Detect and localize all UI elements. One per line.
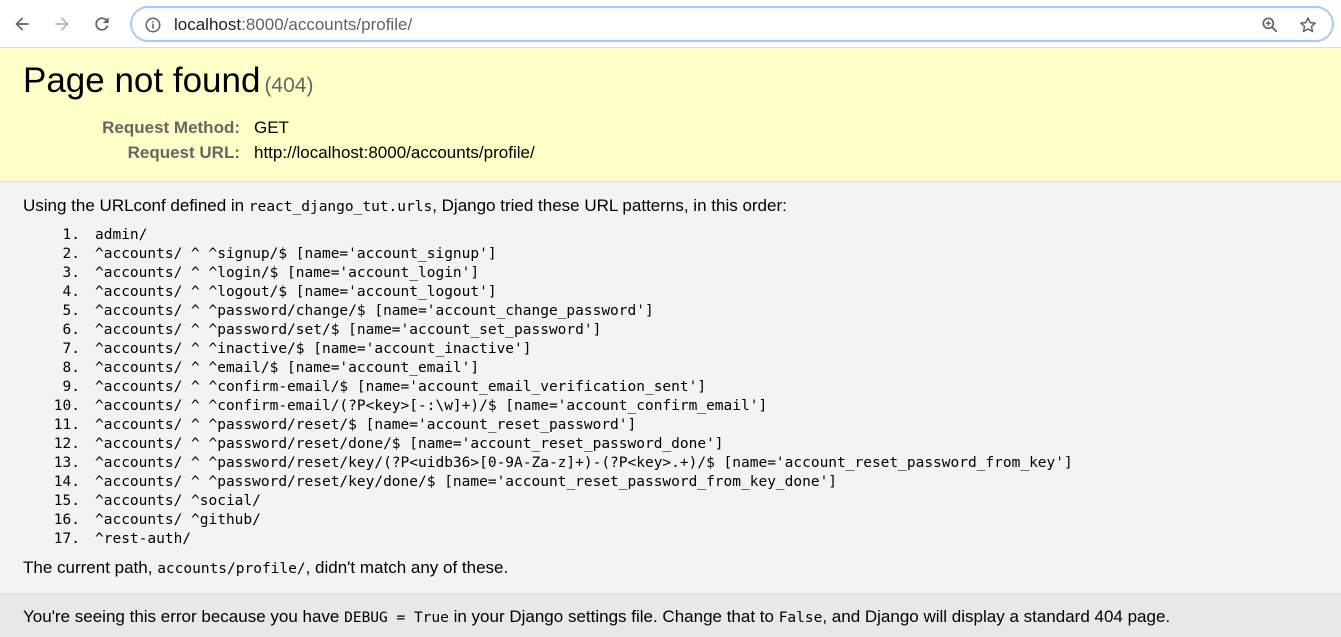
explanation-after: , and Django will display a standard 404… xyxy=(822,607,1171,626)
url-host: localhost xyxy=(174,15,242,34)
debug-setting: DEBUG = True xyxy=(344,610,449,626)
url-pattern-item: 12. ^accounts/ ^ ^password/reset/done/$ [… xyxy=(0,435,1200,454)
error-summary: Page not found (404) Request Method: GET … xyxy=(0,48,1341,182)
url-pattern: ^accounts/ ^ ^confirm-email/$ [name='acc… xyxy=(95,379,707,395)
url-pattern: ^accounts/ ^ ^signup/$ [name='account_si… xyxy=(95,246,497,262)
url-pattern-number: 7. xyxy=(62,341,80,357)
url-pattern-number: 5. xyxy=(62,303,80,319)
title-text: Page not found xyxy=(23,61,261,100)
url-pattern-item: 10. ^accounts/ ^ ^confirm-email/(?P<key>[… xyxy=(0,397,1200,416)
current-after: , didn't match any of these. xyxy=(305,558,509,577)
url-pattern-item: 1. admin/ xyxy=(0,226,1200,245)
current-before: The current path, xyxy=(23,558,158,577)
urlconf-intro: Using the URLconf defined in react_djang… xyxy=(23,196,787,216)
explanation-middle: in your Django settings file. Change tha… xyxy=(448,607,779,626)
reload-icon xyxy=(95,17,109,31)
request-url-value: http://localhost:8000/accounts/profile/ xyxy=(254,143,535,162)
url-pattern-item: 16. ^accounts/ ^github/ xyxy=(0,511,1200,530)
url-text[interactable]: localhost:8000/accounts/profile/ xyxy=(174,15,412,35)
url-pattern-item: 17. ^rest-auth/ xyxy=(0,530,1200,549)
back-button[interactable] xyxy=(10,12,34,36)
url-pattern-item: 8. ^accounts/ ^ ^email/$ [name='account_e… xyxy=(0,359,1200,378)
url-pattern-number: 10. xyxy=(53,398,80,414)
url-pattern: ^accounts/ ^github/ xyxy=(95,512,261,528)
request-method-label: Request Method: xyxy=(102,118,240,137)
url-pattern-item: 13. ^accounts/ ^ ^password/reset/key/(?P<… xyxy=(0,454,1200,473)
url-pattern: ^accounts/ ^ ^inactive/$ [name='account_… xyxy=(95,341,532,357)
url-pattern: ^accounts/ ^ ^login/$ [name='account_log… xyxy=(95,265,480,281)
urlconf-module: react_django_tut.urls xyxy=(248,199,433,215)
url-pattern-item: 11. ^accounts/ ^ ^password/reset/$ [name=… xyxy=(0,416,1200,435)
url-pattern-list: 1. admin/2. ^accounts/ ^ ^signup/$ [name='… xyxy=(0,226,1200,549)
url-pattern-item: 4. ^accounts/ ^ ^logout/$ [name='account_… xyxy=(0,283,1200,302)
url-pattern: ^accounts/ ^ ^confirm-email/(?P<key>[-:\… xyxy=(95,398,768,414)
url-pattern-number: 8. xyxy=(62,360,80,376)
url-pattern: ^accounts/ ^ ^password/reset/key/(?P<uid… xyxy=(95,455,1073,471)
url-pattern-number: 9. xyxy=(62,379,80,395)
url-pattern-item: 9. ^accounts/ ^ ^confirm-email/$ [name='a… xyxy=(0,378,1200,397)
url-pattern-number: 13. xyxy=(53,455,80,471)
intro-after: , Django tried these URL patterns, in th… xyxy=(432,196,787,215)
false-value: False xyxy=(778,610,823,626)
url-pattern-number: 3. xyxy=(62,265,80,281)
current-path: accounts/profile/ xyxy=(157,561,306,577)
intro-before: Using the URLconf defined in xyxy=(23,196,249,215)
url-pattern-item: 14. ^accounts/ ^ ^password/reset/key/done… xyxy=(0,473,1200,492)
url-pattern-number: 16. xyxy=(53,512,80,528)
status-code: (404) xyxy=(264,74,314,97)
error-explanation: You're seeing this error because you hav… xyxy=(0,593,1341,637)
url-pattern-number: 4. xyxy=(62,284,80,300)
url-pattern-number: 14. xyxy=(53,474,80,490)
star-icon[interactable] xyxy=(1298,15,1318,35)
url-pattern-number: 2. xyxy=(62,246,80,262)
url-pattern-item: 2. ^accounts/ ^ ^signup/$ [name='account_… xyxy=(0,245,1200,264)
url-pattern: ^accounts/ ^ ^logout/$ [name='account_lo… xyxy=(95,284,497,300)
url-pattern-item: 3. ^accounts/ ^ ^login/$ [name='account_l… xyxy=(0,264,1200,283)
request-method-value: GET xyxy=(254,118,289,137)
url-pattern: ^accounts/ ^ ^password/reset/done/$ [nam… xyxy=(95,436,724,452)
reload-button[interactable] xyxy=(90,12,114,36)
explanation-text: You're seeing this error because you hav… xyxy=(23,607,1170,627)
url-pattern: ^rest-auth/ xyxy=(95,531,192,547)
current-path-message: The current path, accounts/profile/, did… xyxy=(23,558,508,578)
url-pattern: ^accounts/ ^ ^email/$ [name='account_ema… xyxy=(95,360,480,376)
url-pattern-number: 11. xyxy=(53,417,80,433)
url-path: :8000/accounts/profile/ xyxy=(241,15,413,34)
page-title: Page not found (404) xyxy=(23,61,313,101)
zoom-icon[interactable] xyxy=(1260,15,1280,35)
url-pattern: admin/ xyxy=(95,227,148,243)
request-url-label: Request URL: xyxy=(127,143,240,162)
url-pattern-number: 17. xyxy=(53,531,80,547)
error-info: Using the URLconf defined in react_djang… xyxy=(0,182,1341,593)
url-pattern-number: 6. xyxy=(62,322,80,338)
url-pattern: ^accounts/ ^social/ xyxy=(95,493,261,509)
url-pattern-item: 6. ^accounts/ ^ ^password/set/$ [name='ac… xyxy=(0,321,1200,340)
explanation-before: You're seeing this error because you hav… xyxy=(23,607,345,626)
url-pattern: ^accounts/ ^ ^password/reset/$ [name='ac… xyxy=(95,417,637,433)
arrow-right-icon xyxy=(55,17,69,31)
url-pattern-item: 15. ^accounts/ ^social/ xyxy=(0,492,1200,511)
url-pattern-item: 7. ^accounts/ ^ ^inactive/$ [name='accoun… xyxy=(0,340,1200,359)
url-pattern: ^accounts/ ^ ^password/set/$ [name='acco… xyxy=(95,322,602,338)
address-bar[interactable]: localhost:8000/accounts/profile/ xyxy=(130,6,1334,42)
info-icon[interactable] xyxy=(144,16,162,34)
forward-button[interactable] xyxy=(50,12,74,36)
arrow-left-icon xyxy=(15,17,29,31)
url-pattern-number: 1. xyxy=(62,227,80,243)
url-pattern-number: 15. xyxy=(53,493,80,509)
url-pattern-number: 12. xyxy=(53,436,80,452)
url-pattern-item: 5. ^accounts/ ^ ^password/change/$ [name=… xyxy=(0,302,1200,321)
url-pattern: ^accounts/ ^ ^password/reset/key/done/$ … xyxy=(95,474,838,490)
url-pattern: ^accounts/ ^ ^password/change/$ [name='a… xyxy=(95,303,654,319)
browser-toolbar: localhost:8000/accounts/profile/ xyxy=(0,0,1341,48)
